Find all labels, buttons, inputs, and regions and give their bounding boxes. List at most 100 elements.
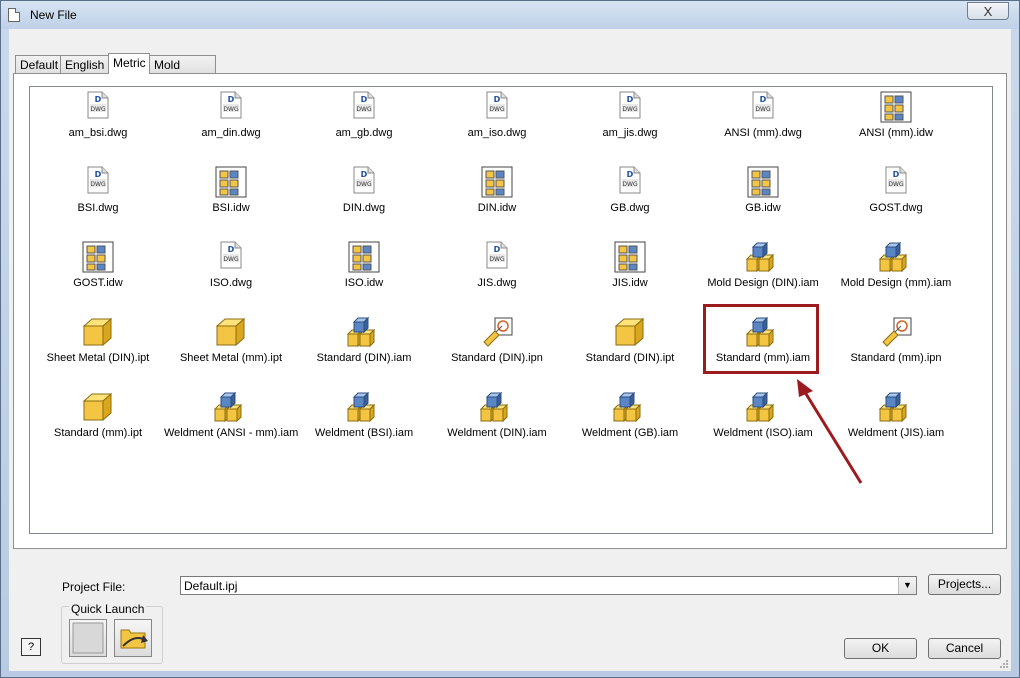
file-template-din-dwg[interactable]: D DWG DIN.dwg (297, 162, 431, 224)
file-template-label: Standard (DIN).ipn (451, 352, 543, 364)
assembly-icon (346, 316, 382, 351)
project-file-value: Default.ipj (184, 579, 238, 593)
file-template-standard-din-ipn[interactable]: Standard (DIN).ipn (430, 312, 564, 374)
part-icon (81, 316, 115, 351)
quick-launch-open-button[interactable] (114, 619, 152, 657)
file-template-am-bsi-dwg[interactable]: D DWG am_bsi.dwg (31, 87, 165, 149)
file-template-jis-idw[interactable]: JIS.idw (563, 237, 697, 299)
window-title: New File (30, 8, 77, 22)
file-template-am-iso-dwg[interactable]: D DWG am_iso.dwg (430, 87, 564, 149)
idw-icon (348, 241, 380, 276)
dialog-body: Default English Metric Mold Design D DWG a… (9, 29, 1011, 671)
file-template-label: Mold Design (DIN).iam (707, 277, 819, 289)
file-template-standard-mm-ipn[interactable]: Standard (mm).ipn (829, 312, 963, 374)
idw-icon (215, 166, 247, 201)
file-template-gb-idw[interactable]: GB.idw (696, 162, 830, 224)
idw-icon (481, 166, 513, 201)
file-template-bsi-dwg[interactable]: D DWG BSI.dwg (31, 162, 165, 224)
svg-text:D: D (494, 245, 501, 254)
file-template-mold-design-din-iam[interactable]: Mold Design (DIN).iam (696, 237, 830, 299)
file-template-label: Sheet Metal (mm).ipt (179, 352, 283, 364)
dwg-icon: D DWG (618, 166, 642, 197)
file-template-bsi-idw[interactable]: BSI.idw (164, 162, 298, 224)
file-template-label: GB.idw (745, 202, 781, 214)
file-template-standard-mm-ipt[interactable]: Standard (mm).ipt (31, 387, 165, 449)
title-bar: New File X (1, 1, 1019, 29)
file-template-weldment-din-iam[interactable]: Weldment (DIN).iam (430, 387, 564, 449)
file-template-label: BSI.idw (212, 202, 250, 214)
file-template-label: am_jis.dwg (602, 127, 658, 139)
svg-text:DWG: DWG (755, 106, 771, 113)
svg-text:DWG: DWG (622, 106, 638, 113)
file-template-mold-design-mm-iam[interactable]: Mold Design (mm).iam (829, 237, 963, 299)
file-template-label: DIN.dwg (342, 202, 386, 214)
file-template-din-idw[interactable]: DIN.idw (430, 162, 564, 224)
file-template-sheet-metal-mm-ipt[interactable]: Sheet Metal (mm).ipt (164, 312, 298, 374)
file-template-label: Weldment (BSI).iam (314, 427, 414, 439)
assembly-icon (878, 241, 914, 276)
tab-default[interactable]: Default (15, 55, 61, 73)
document-icon (8, 8, 20, 22)
chevron-down-icon[interactable]: ▼ (898, 577, 916, 594)
file-template-ansi-mm-idw[interactable]: ANSI (mm).idw (829, 87, 963, 149)
metric-tab-panel: D DWG am_bsi.dwg D DWG am_din.dwg D DWG am_gb.dw… (13, 73, 1007, 549)
file-template-weldment-jis-iam[interactable]: Weldment (JIS).iam (829, 387, 963, 449)
file-template-gost-idw[interactable]: GOST.idw (31, 237, 165, 299)
svg-text:D: D (361, 95, 368, 104)
svg-text:DWG: DWG (356, 106, 372, 113)
svg-text:DWG: DWG (622, 181, 638, 188)
project-file-combo[interactable]: Default.ipj ▼ (180, 576, 917, 595)
file-template-standard-mm-iam[interactable]: Standard (mm).iam (696, 312, 830, 374)
file-template-standard-din-iam[interactable]: Standard (DIN).iam (297, 312, 431, 374)
svg-text:D: D (627, 95, 634, 104)
svg-text:D: D (494, 95, 501, 104)
ok-button[interactable]: OK (844, 638, 917, 659)
file-template-gb-dwg[interactable]: D DWG GB.dwg (563, 162, 697, 224)
presentation-icon (480, 316, 514, 351)
assembly-icon (745, 391, 781, 426)
file-template-weldment-gb-iam[interactable]: Weldment (GB).iam (563, 387, 697, 449)
cancel-button[interactable]: Cancel (928, 638, 1001, 659)
svg-text:DWG: DWG (90, 181, 106, 188)
svg-text:D: D (361, 170, 368, 179)
idw-icon (614, 241, 646, 276)
file-template-am-jis-dwg[interactable]: D DWG am_jis.dwg (563, 87, 697, 149)
file-template-standard-din-ipt[interactable]: Standard (DIN).ipt (563, 312, 697, 374)
new-file-dialog: New File X Default English Metric Mold D… (0, 0, 1020, 678)
idw-icon (82, 241, 114, 276)
file-template-am-gb-dwg[interactable]: D DWG am_gb.dwg (297, 87, 431, 149)
file-template-label: ANSI (mm).dwg (724, 127, 802, 139)
resize-grip-icon[interactable] (999, 659, 1009, 669)
quick-launch-new-button[interactable] (69, 619, 107, 657)
file-template-label: Weldment (DIN).iam (447, 427, 547, 439)
assembly-icon (213, 391, 249, 426)
dwg-icon: D DWG (219, 241, 243, 272)
close-button[interactable]: X (967, 2, 1009, 20)
projects-button[interactable]: Projects... (928, 574, 1001, 595)
file-template-label: Standard (DIN).ipt (585, 352, 675, 364)
file-template-label: GB.dwg (610, 202, 650, 214)
assembly-icon (346, 391, 382, 426)
file-template-sheet-metal-din-ipt[interactable]: Sheet Metal (DIN).ipt (31, 312, 165, 374)
file-template-weldment-bsi-iam[interactable]: Weldment (BSI).iam (297, 387, 431, 449)
assembly-icon (479, 391, 515, 426)
file-template-am-din-dwg[interactable]: D DWG am_din.dwg (164, 87, 298, 149)
tab-english[interactable]: English (60, 55, 109, 73)
svg-text:D: D (627, 170, 634, 179)
dwg-icon: D DWG (86, 166, 110, 197)
file-template-weldment-ansi-mm-iam[interactable]: Weldment (ANSI - mm).iam (164, 387, 298, 449)
file-template-ansi-mm-dwg[interactable]: D DWG ANSI (mm).dwg (696, 87, 830, 149)
tab-mold-design[interactable]: Mold Design (149, 55, 216, 90)
file-template-weldment-iso-iam[interactable]: Weldment (ISO).iam (696, 387, 830, 449)
template-file-list[interactable]: D DWG am_bsi.dwg D DWG am_din.dwg D DWG am_gb.dw… (29, 86, 993, 534)
file-template-jis-dwg[interactable]: D DWG JIS.dwg (430, 237, 564, 299)
help-button[interactable]: ? (21, 638, 41, 656)
part-icon (81, 391, 115, 426)
project-file-label: Project File: (62, 580, 126, 594)
file-template-gost-dwg[interactable]: D DWG GOST.dwg (829, 162, 963, 224)
file-template-label: Mold Design (mm).iam (840, 277, 952, 289)
tab-metric[interactable]: Metric (108, 53, 150, 74)
file-template-iso-idw[interactable]: ISO.idw (297, 237, 431, 299)
file-template-iso-dwg[interactable]: D DWG ISO.dwg (164, 237, 298, 299)
svg-text:DWG: DWG (223, 256, 239, 263)
